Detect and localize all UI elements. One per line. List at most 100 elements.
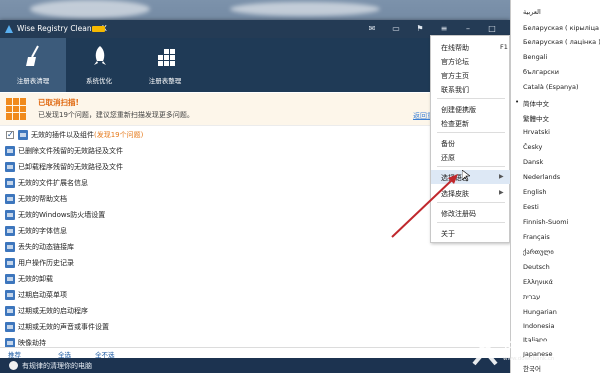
item-label: 过期或无效的声音或事件设置 [18, 323, 109, 331]
item-label: 无效的字体信息 [18, 227, 67, 235]
item-label: 无效的插件以及组件(发现19个问题) [31, 131, 144, 139]
status-bar: 有规律的清理你的电脑 [0, 358, 510, 373]
language-item[interactable]: עברית [523, 293, 540, 301]
sky-cloud [30, 0, 150, 18]
tab-system-optimize[interactable]: 系统优化 [66, 38, 132, 92]
language-item[interactable]: български [523, 68, 559, 76]
list-item[interactable]: 过期或无效的声音或事件设置 [0, 319, 510, 335]
menu-divider [437, 222, 505, 223]
registry-icon [5, 194, 15, 204]
registry-icon [5, 322, 15, 332]
warning-grid-icon [6, 98, 28, 120]
menu-icon[interactable]: ≡ [438, 23, 450, 35]
list-item[interactable]: 用户操作历史记录 [0, 255, 510, 271]
language-item[interactable]: Česky [523, 143, 542, 151]
checkbox[interactable] [6, 130, 14, 139]
registry-icon [5, 242, 15, 252]
tab-label: 系统优化 [86, 77, 112, 85]
submenu-arrow-icon: ▶ [499, 189, 504, 196]
registry-icon [5, 274, 15, 284]
menu-item-check-update[interactable]: 检查更新 [431, 116, 510, 130]
language-item[interactable]: Беларуская ( кірыліца ) [523, 24, 600, 32]
language-item[interactable]: Català (Espanya) [523, 83, 579, 91]
item-label: 无效的卸载 [18, 275, 53, 283]
menu-item-forum[interactable]: 官方论坛 [431, 54, 510, 68]
submenu-arrow-icon: ▶ [499, 173, 504, 180]
language-item[interactable]: العربية [523, 8, 541, 16]
mouse-cursor-icon [462, 170, 470, 182]
menu-item-homepage[interactable]: 官方主页 [431, 68, 510, 82]
menu-item-online-help[interactable]: 在线帮助 F1 [431, 40, 510, 54]
registry-icon [18, 130, 28, 140]
alert-text: 已发现19个问题，建议您重新扫描发现更多问题。 [38, 111, 194, 119]
language-item-selected[interactable]: 简体中文 [523, 98, 549, 108]
menu-divider [437, 202, 505, 203]
menu-item-about[interactable]: 关于 [431, 226, 510, 240]
language-item[interactable]: Bengali [523, 53, 547, 61]
minimize-icon[interactable]: – [462, 23, 474, 35]
maximize-icon[interactable]: □ [486, 23, 498, 35]
vip-badge [92, 26, 105, 32]
menu-divider [437, 132, 505, 133]
item-label: 无效的文件扩展名信息 [18, 179, 88, 187]
item-label: 已删除文件残留的无效路径及文件 [18, 147, 123, 155]
language-item[interactable]: Indonesia [523, 322, 554, 330]
registry-icon [5, 226, 15, 236]
mail-icon[interactable]: ✉ [366, 23, 378, 35]
main-dropdown-menu: 在线帮助 F1 官方论坛 官方主页 联系我们 创建便携版 检查更新 备份 还原 选… [430, 35, 510, 243]
status-icon [9, 361, 18, 370]
registry-icon [5, 146, 15, 156]
app-logo-icon [5, 25, 13, 33]
menu-item-portable[interactable]: 创建便携版 [431, 102, 510, 116]
tab-label: 注册表整理 [148, 77, 182, 85]
item-label: 用户操作历史记录 [18, 259, 74, 267]
language-item[interactable]: Hrvatski [523, 128, 550, 136]
language-item[interactable]: English [523, 188, 546, 196]
tab-registry-defrag[interactable]: 注册表整理 [132, 38, 198, 92]
shortcut-label: F1 [500, 43, 508, 51]
watermark-url: www.downbank.cn [503, 356, 555, 362]
chat-icon[interactable]: ▭ [390, 23, 402, 35]
language-item[interactable]: Français [523, 233, 550, 241]
menu-item-skin[interactable]: 选择皮肤 ▶ [431, 186, 510, 200]
registry-icon [5, 306, 15, 316]
language-item[interactable]: 繁體中文 [523, 113, 549, 123]
list-item[interactable]: 过期或无效的启动程序 [0, 303, 510, 319]
registry-icon [5, 290, 15, 300]
language-item[interactable]: ქართული [523, 248, 554, 256]
list-item[interactable]: 过期启动菜单项 [0, 287, 510, 303]
menu-divider [437, 98, 505, 99]
issue-count: (发现19个问题) [94, 131, 144, 139]
registry-icon [5, 210, 15, 220]
item-label: 丢失的动态链接库 [18, 243, 74, 251]
language-item[interactable]: Ελληνικά [523, 278, 553, 286]
menu-item-backup[interactable]: 备份 [431, 136, 510, 150]
language-item[interactable]: Nederlands [523, 173, 560, 181]
registry-icon [5, 162, 15, 172]
language-item[interactable]: Беларуская ( лацінка ) [523, 38, 600, 46]
list-item[interactable]: 无效的卸载 [0, 271, 510, 287]
registry-icon [5, 258, 15, 268]
alert-title: 已取消扫描! [38, 98, 79, 107]
tab-label: 注册表清理 [16, 77, 50, 85]
menu-item-contact[interactable]: 联系我们 [431, 82, 510, 96]
selection-bar: 推荐 全选 全不选 [0, 347, 510, 359]
rocket-icon [94, 46, 106, 65]
language-item[interactable]: Hungarian [523, 308, 557, 316]
item-label: 已卸载程序残留的无效路径及文件 [18, 163, 123, 171]
watermark-title: 下载银行 [500, 340, 553, 354]
language-item[interactable]: Eesti [523, 203, 539, 211]
blocks-icon [158, 49, 175, 66]
language-item[interactable]: Dansk [523, 158, 543, 166]
item-label: 过期启动菜单项 [18, 291, 67, 299]
registry-icon [5, 178, 15, 188]
menu-item-restore[interactable]: 还原 [431, 150, 510, 164]
menu-item-change-code[interactable]: 修改注册码 [431, 206, 510, 220]
flag-icon[interactable]: ⚑ [414, 23, 426, 35]
menu-item-language[interactable]: 选择语言 ▶ [431, 170, 510, 184]
item-label: 无效的Windows防火墙设置 [18, 211, 106, 219]
language-submenu: العربية Беларуская ( кірыліца ) Беларуск… [510, 0, 600, 373]
language-item[interactable]: Deutsch [523, 263, 550, 271]
tab-registry-clean[interactable]: 注册表清理 [0, 38, 66, 92]
language-item[interactable]: Finnish-Suomi [523, 218, 568, 226]
